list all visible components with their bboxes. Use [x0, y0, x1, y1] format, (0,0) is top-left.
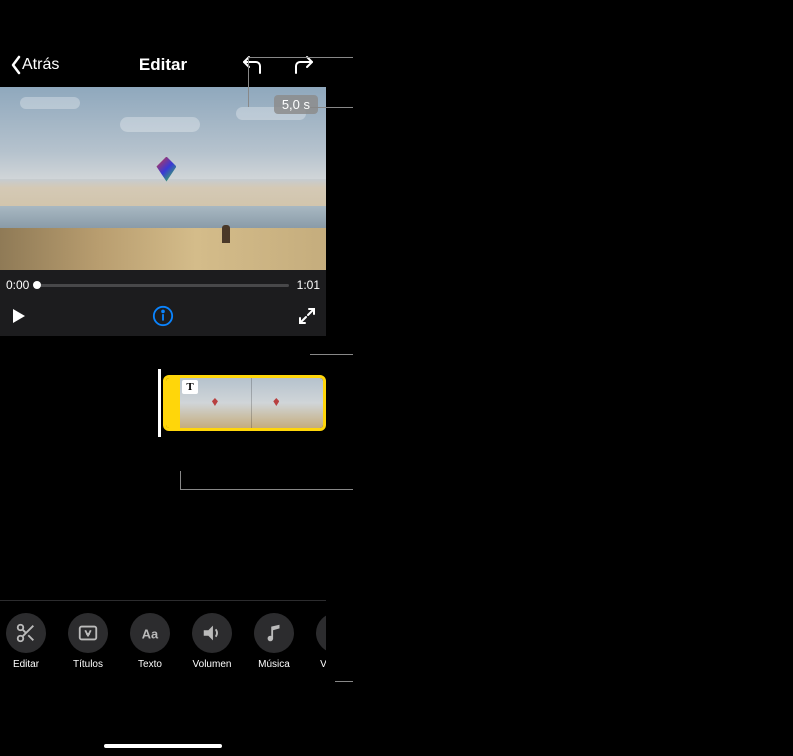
tool-label: Volumen — [193, 659, 232, 670]
back-label: Atrás — [22, 56, 59, 74]
tool-titles[interactable]: Títulos — [68, 613, 108, 670]
play-icon — [10, 307, 28, 325]
scrubber-row: 0:00 1:01 — [0, 270, 326, 300]
callout-line — [248, 57, 249, 107]
video-preview[interactable]: 5,0 s — [0, 87, 326, 270]
callout-line — [248, 57, 353, 58]
person-shape — [222, 225, 230, 243]
tool-label: Texto — [138, 659, 162, 670]
total-time-label: 1:01 — [297, 278, 320, 292]
expand-icon — [298, 307, 316, 325]
clip-trim-handle-left[interactable] — [166, 378, 180, 428]
back-button[interactable]: Atrás — [10, 55, 59, 75]
callout-line — [310, 107, 353, 108]
scrubber-track[interactable] — [37, 284, 288, 287]
tool-volume[interactable]: Volumen — [192, 613, 232, 670]
speaker-icon — [201, 622, 223, 644]
beach-area — [0, 228, 326, 270]
callout-line — [180, 489, 353, 490]
titles-icon — [77, 622, 99, 644]
duration-badge: 5,0 s — [274, 95, 318, 114]
info-icon — [152, 305, 174, 327]
top-toolbar: Atrás Editar — [0, 43, 326, 87]
page-title: Editar — [139, 55, 187, 75]
tool-label: Títulos — [73, 659, 103, 670]
title-indicator-badge: T — [182, 380, 198, 394]
home-indicator[interactable] — [104, 744, 222, 748]
text-icon: Aa — [139, 622, 161, 644]
info-button[interactable] — [152, 305, 174, 332]
tool-label: Ve — [320, 659, 326, 670]
playback-controls — [0, 300, 326, 336]
tool-label: Editar — [13, 659, 39, 670]
tool-label: Música — [258, 659, 290, 670]
scrubber-thumb[interactable] — [33, 281, 41, 289]
clip-thumbnail: T — [180, 378, 252, 428]
clip-thumbnail — [252, 378, 323, 428]
water-area — [0, 206, 326, 228]
selected-clip[interactable]: T — [163, 375, 326, 431]
tool-music[interactable]: Música — [254, 613, 294, 670]
tool-text[interactable]: Aa Texto — [130, 613, 170, 670]
callout-line — [180, 471, 181, 489]
music-note-icon — [263, 622, 285, 644]
timeline[interactable]: T — [0, 371, 326, 435]
fullscreen-button[interactable] — [298, 307, 316, 330]
bottom-toolbar: Editar Títulos Aa Texto Volumen Música — [0, 601, 326, 670]
svg-text:Aa: Aa — [142, 627, 159, 642]
playhead[interactable] — [158, 369, 161, 437]
chevron-left-icon — [10, 55, 22, 75]
current-time-label: 0:00 — [6, 278, 29, 292]
callout-line — [335, 681, 353, 682]
scissors-icon — [15, 622, 37, 644]
tool-more[interactable]: Ve — [316, 613, 326, 670]
callout-line — [310, 354, 353, 355]
tool-edit[interactable]: Editar — [6, 613, 46, 670]
play-button[interactable] — [10, 307, 28, 330]
